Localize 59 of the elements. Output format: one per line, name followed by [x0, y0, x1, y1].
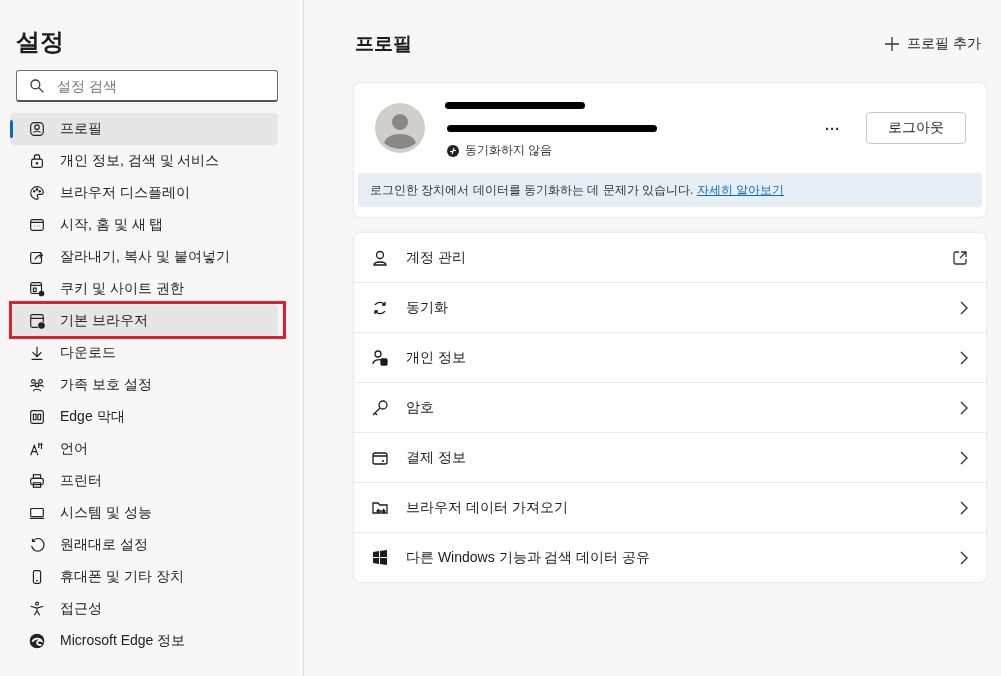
settings-title: 설정: [16, 27, 65, 57]
sidebar-item[interactable]: Microsoft Edge 정보: [10, 625, 278, 657]
settings-row[interactable]: 다른 Windows 기능과 검색 데이터 공유: [354, 532, 986, 582]
edge-logo-icon: [28, 632, 46, 650]
more-button[interactable]: ···: [819, 118, 846, 138]
sidebar-item[interactable]: 접근성: [10, 593, 278, 625]
sidebar-item[interactable]: 원래대로 설정: [10, 529, 278, 561]
reset-icon: [28, 536, 46, 554]
sidebar-item[interactable]: 시작, 홈 및 새 탭: [10, 209, 278, 241]
sidebar-item[interactable]: 가족 보호 설정: [10, 369, 278, 401]
add-profile-button[interactable]: 프로필 추가: [885, 35, 987, 53]
sidebar-item[interactable]: 쿠키 및 사이트 권한: [10, 273, 278, 305]
chevron-right-icon: [959, 500, 968, 515]
sidebar-item[interactable]: Edge 막대: [10, 401, 278, 433]
sidebar-item[interactable]: 언어: [10, 433, 278, 465]
settings-row[interactable]: 결제 정보: [354, 432, 986, 482]
search-field[interactable]: 설정 검색: [16, 70, 278, 102]
printer-icon: [28, 472, 46, 490]
avatar: [375, 103, 425, 153]
browser-check-icon: [28, 312, 46, 330]
settings-row[interactable]: 암호: [354, 382, 986, 432]
accessibility-icon: [28, 600, 46, 618]
sidebar-item[interactable]: 잘라내기, 복사 및 붙여넣기: [10, 241, 278, 273]
chevron-right-icon: [959, 400, 968, 415]
sidebar-item[interactable]: 다운로드: [10, 337, 278, 369]
notice-text: 로그인한 장치에서 데이터를 동기화하는 데 문제가 있습니다. 자세히 알아보기: [370, 181, 784, 199]
sidebar-bar-icon: [28, 408, 46, 426]
sidebar-item[interactable]: 시스템 및 성능: [10, 497, 278, 529]
settings-row[interactable]: 동기화: [354, 282, 986, 332]
search-icon: [29, 78, 45, 94]
key-icon: [370, 397, 390, 418]
external-link-icon: [952, 249, 968, 266]
cookie-settings-icon: [28, 280, 46, 298]
lock-icon: [28, 152, 46, 170]
profile-icon: [28, 120, 46, 138]
chevron-right-icon: [959, 300, 968, 315]
page-title: 프로필: [355, 32, 412, 56]
chevron-right-icon: [959, 350, 968, 365]
sidebar-item[interactable]: 브라우저 디스플레이: [10, 177, 278, 209]
chevron-right-icon: [959, 450, 968, 465]
family-icon: [28, 376, 46, 394]
sync-status: 동기화하지 않음: [465, 142, 553, 159]
sidebar-item[interactable]: 개인 정보, 검색 및 서비스: [10, 145, 278, 177]
settings-row[interactable]: 개인 정보: [354, 332, 986, 382]
settings-row[interactable]: 브라우저 데이터 가져오기: [354, 482, 986, 532]
person-card-icon: [370, 347, 390, 368]
selection-indicator: [10, 120, 13, 138]
chevron-right-icon: [959, 550, 968, 565]
settings-row[interactable]: 계정 관리: [354, 233, 986, 282]
palette-icon: [28, 184, 46, 202]
sidebar-item[interactable]: 프로필: [10, 113, 278, 145]
logout-button[interactable]: 로그아웃: [866, 112, 966, 144]
window-icon: [28, 216, 46, 234]
sidebar-item[interactable]: 휴대폰 및 기타 장치: [10, 561, 278, 593]
windows-logo-icon: [370, 547, 390, 568]
sync-off-icon: [447, 144, 459, 157]
plus-icon: [885, 37, 900, 51]
sidebar-item[interactable]: 프린터: [10, 465, 278, 497]
learn-more-link[interactable]: 자세히 알아보기: [696, 182, 784, 197]
